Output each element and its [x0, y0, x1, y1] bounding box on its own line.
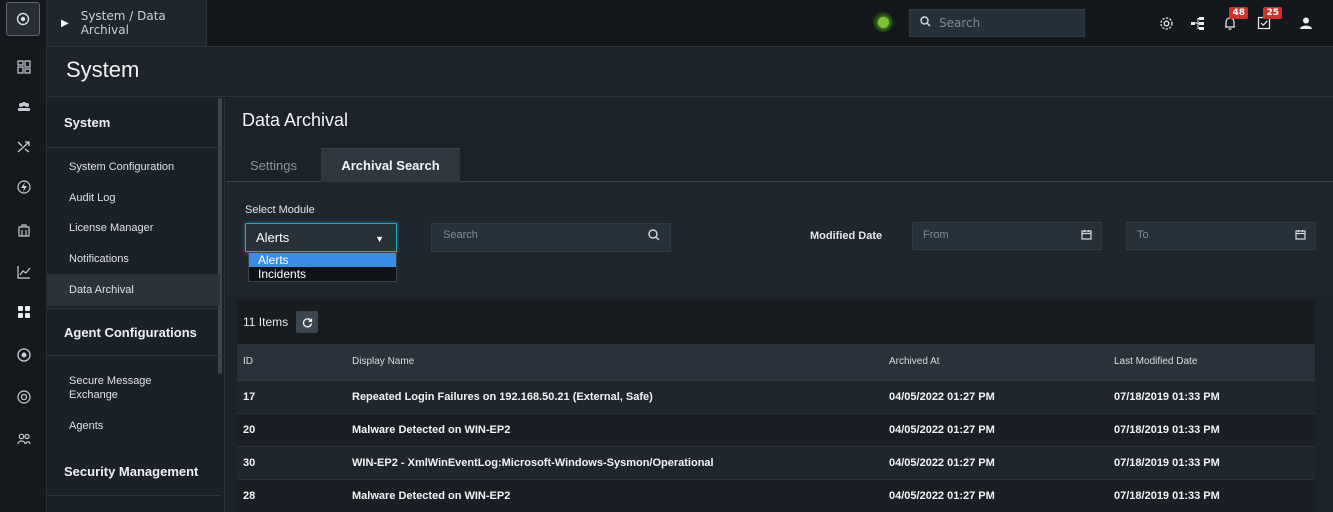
- module-dropdown-list: Alerts Incidents: [248, 252, 397, 282]
- cell-id: 28: [237, 479, 346, 512]
- sidebar-item-secure-message-exchange[interactable]: Secure Message Exchange: [47, 374, 197, 402]
- cell-archived-at: 04/05/2022 01:27 PM: [883, 413, 1108, 447]
- column-header-display-name[interactable]: Display Name: [346, 344, 883, 381]
- cell-last-modified: 07/18/2019 01:33 PM: [1108, 479, 1315, 512]
- breadcrumb-text[interactable]: System / Data Archival: [81, 9, 206, 37]
- main-content: Data Archival Settings Archival Search S…: [226, 98, 1333, 512]
- sidebar-item-notifications[interactable]: Notifications: [47, 244, 220, 274]
- column-header-archived-at[interactable]: Archived At: [883, 344, 1108, 381]
- sidebar-item-audit-log[interactable]: Audit Log: [47, 183, 220, 213]
- bolt-icon[interactable]: [8, 172, 39, 202]
- grid-icon[interactable]: [8, 297, 39, 327]
- tab-settings[interactable]: Settings: [226, 148, 321, 182]
- cell-archived-at: 04/05/2022 01:27 PM: [883, 479, 1108, 512]
- archival-results-grid: 11 Items ID Display Name Archived At Las…: [237, 300, 1315, 512]
- sidebar-section-agent-configurations[interactable]: Agent Configurations: [47, 308, 220, 356]
- module-option-alerts[interactable]: Alerts: [249, 253, 396, 267]
- people-icon[interactable]: [8, 424, 39, 454]
- archival-search-box[interactable]: [431, 223, 671, 252]
- results-table: ID Display Name Archived At Last Modifie…: [237, 344, 1315, 512]
- cell-display-name[interactable]: WIN-EP2 - XmlWinEventLog:Microsoft-Windo…: [346, 446, 883, 480]
- sidebar-item-data-archival[interactable]: Data Archival: [47, 274, 220, 306]
- globe-icon[interactable]: [8, 382, 39, 412]
- app-logo-icon[interactable]: [6, 2, 40, 36]
- dropdown-arrow-icon: ▼: [375, 234, 384, 244]
- global-search[interactable]: [909, 9, 1085, 37]
- calendar-icon[interactable]: [1295, 229, 1306, 243]
- filter-panel: Select Module Alerts ▼ Alerts Incidents …: [226, 182, 1333, 296]
- workflow-icon[interactable]: [1187, 12, 1209, 34]
- global-search-input[interactable]: [939, 16, 1069, 30]
- system-title: System: [66, 57, 140, 82]
- cell-id: 17: [237, 380, 346, 414]
- expand-caret-icon[interactable]: ▶: [61, 18, 69, 29]
- to-date-input[interactable]: [1137, 229, 1267, 241]
- sidebar-section-security-management[interactable]: Security Management: [47, 448, 220, 496]
- sidebar-item-license-manager[interactable]: License Manager: [47, 213, 220, 243]
- user-avatar-icon[interactable]: [1295, 12, 1317, 34]
- tasks-badge: 25: [1263, 7, 1282, 19]
- cell-last-modified: 07/18/2019 01:33 PM: [1108, 446, 1315, 480]
- archival-search-input[interactable]: [443, 229, 643, 241]
- connection-status-icon[interactable]: [873, 12, 893, 32]
- notifications-badge: 48: [1229, 7, 1248, 19]
- cell-archived-at: 04/05/2022 01:27 PM: [883, 446, 1108, 480]
- system-sidebar: System System Configuration Audit Log Li…: [47, 98, 225, 512]
- table-row[interactable]: 20 Malware Detected on WIN-EP2 04/05/202…: [237, 413, 1315, 447]
- cell-last-modified: 07/18/2019 01:33 PM: [1108, 413, 1315, 447]
- chart-icon[interactable]: [8, 257, 39, 287]
- settings-gear-icon[interactable]: [1155, 12, 1177, 34]
- table-row[interactable]: 17 Repeated Login Failures on 192.168.50…: [237, 380, 1315, 414]
- cell-display-name[interactable]: Malware Detected on WIN-EP2: [346, 479, 883, 512]
- sidebar-item-system-configuration[interactable]: System Configuration: [47, 152, 220, 182]
- to-date-field[interactable]: [1126, 222, 1316, 250]
- from-date-field[interactable]: [912, 222, 1102, 250]
- search-icon[interactable]: [648, 229, 660, 245]
- table-header-row: ID Display Name Archived At Last Modifie…: [237, 344, 1315, 381]
- tasks-checkbox-icon[interactable]: 25: [1253, 7, 1282, 34]
- modified-date-label: Modified Date: [810, 230, 883, 242]
- search-icon: [920, 16, 931, 30]
- top-bar: ▶ System / Data Archival 48 25: [47, 0, 1333, 47]
- table-row[interactable]: 28 Malware Detected on WIN-EP2 04/05/202…: [237, 479, 1315, 512]
- select-module-label: Select Module: [245, 204, 315, 216]
- items-count: 11 Items: [243, 315, 289, 329]
- cell-id: 30: [237, 446, 346, 480]
- sidebar-item-agents[interactable]: Agents: [47, 414, 220, 438]
- tab-bar: Settings Archival Search: [226, 148, 1333, 182]
- tab-archival-search[interactable]: Archival Search: [321, 148, 460, 182]
- notifications-bell-icon[interactable]: 48: [1219, 7, 1248, 34]
- from-date-input[interactable]: [923, 229, 1053, 241]
- cell-last-modified: 07/18/2019 01:33 PM: [1108, 380, 1315, 414]
- page-title: Data Archival: [242, 110, 349, 130]
- cell-archived-at: 04/05/2022 01:27 PM: [883, 380, 1108, 414]
- calendar-icon[interactable]: [1081, 229, 1092, 243]
- module-select[interactable]: Alerts ▼: [245, 223, 397, 252]
- column-header-id[interactable]: ID: [237, 344, 346, 381]
- sidebar-section-system[interactable]: System: [47, 98, 220, 148]
- breadcrumb: ▶ System / Data Archival: [47, 0, 207, 46]
- users-group-icon[interactable]: [8, 92, 39, 122]
- cell-id: 20: [237, 413, 346, 447]
- icon-rail: [0, 0, 47, 512]
- building-icon[interactable]: [8, 215, 39, 245]
- table-row[interactable]: 30 WIN-EP2 - XmlWinEventLog:Microsoft-Wi…: [237, 446, 1315, 480]
- grid-toolbar: 11 Items: [237, 300, 1315, 344]
- refresh-icon[interactable]: [296, 311, 319, 333]
- system-header: System: [47, 47, 1333, 97]
- cell-display-name[interactable]: Malware Detected on WIN-EP2: [346, 413, 883, 447]
- cell-display-name[interactable]: Repeated Login Failures on 192.168.50.21…: [346, 380, 883, 414]
- shuffle-icon[interactable]: [8, 132, 39, 162]
- module-select-value: Alerts: [256, 230, 290, 245]
- dashboard-icon[interactable]: [8, 52, 39, 82]
- module-option-incidents[interactable]: Incidents: [249, 267, 396, 281]
- column-header-last-modified-date[interactable]: Last Modified Date: [1108, 344, 1315, 381]
- radar-icon[interactable]: [8, 340, 39, 370]
